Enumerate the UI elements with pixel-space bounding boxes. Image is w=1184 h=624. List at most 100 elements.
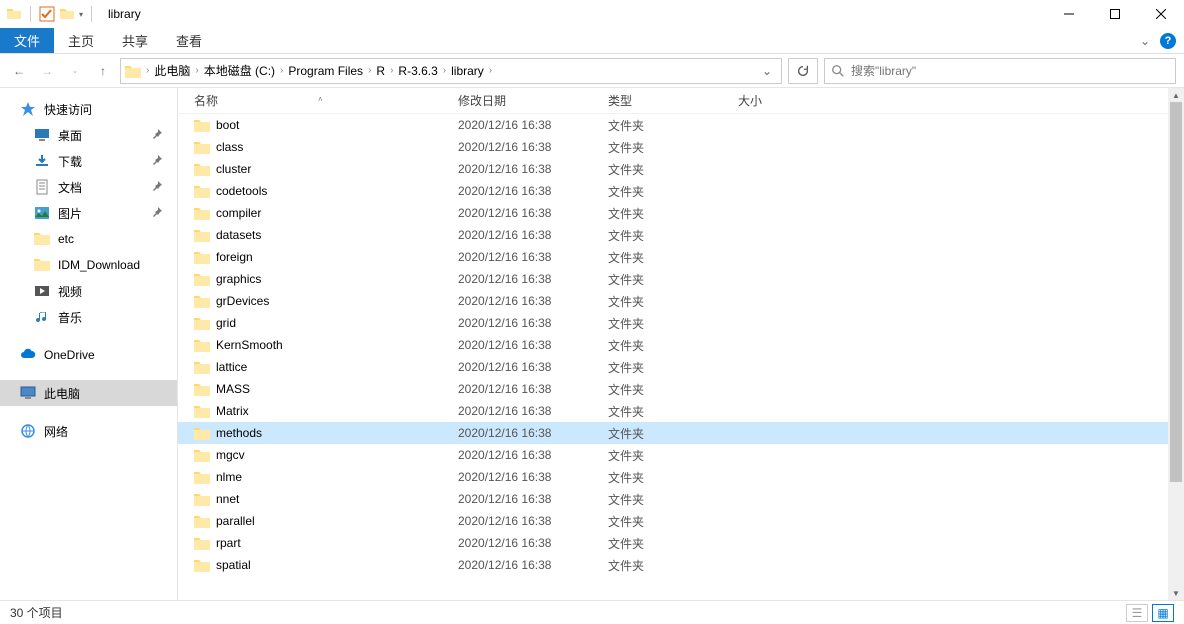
file-row[interactable]: foreign2020/12/16 16:38文件夹 [178, 246, 1168, 268]
sidebar-item[interactable]: IDM_Download [0, 252, 177, 278]
nav-back-button[interactable]: ← [8, 60, 30, 82]
file-row[interactable]: grid2020/12/16 16:38文件夹 [178, 312, 1168, 334]
folder-icon [125, 63, 141, 79]
ribbon-tabs: 文件 主页 共享 查看 ⌄ ? [0, 28, 1184, 54]
folder-icon [194, 228, 210, 242]
sidebar-item[interactable]: 图片 [0, 200, 177, 226]
address-bar[interactable]: › 此电脑›本地磁盘 (C:)›Program Files›R›R-3.6.3›… [120, 58, 782, 84]
sidebar-onedrive[interactable]: OneDrive [0, 342, 177, 368]
folder-icon [194, 118, 210, 132]
folder-icon [194, 272, 210, 286]
ribbon-collapse-icon[interactable]: ⌄ [1140, 34, 1150, 48]
tab-file[interactable]: 文件 [0, 28, 54, 53]
chevron-right-icon[interactable]: › [488, 65, 493, 76]
column-header-type[interactable]: 类型 [608, 92, 738, 109]
sidebar-this-pc[interactable]: 此电脑 [0, 380, 177, 406]
folder-icon[interactable] [59, 6, 75, 22]
sidebar-network[interactable]: 网络 [0, 418, 177, 444]
maximize-button[interactable] [1092, 0, 1138, 28]
refresh-button[interactable] [788, 58, 818, 84]
file-row[interactable]: datasets2020/12/16 16:38文件夹 [178, 224, 1168, 246]
search-input[interactable] [851, 64, 1169, 78]
scroll-down-icon[interactable]: ▼ [1168, 586, 1184, 600]
scroll-up-icon[interactable]: ▲ [1168, 88, 1184, 102]
file-date: 2020/12/16 16:38 [458, 338, 608, 352]
file-row[interactable]: codetools2020/12/16 16:38文件夹 [178, 180, 1168, 202]
sidebar-item[interactable]: 下载 [0, 148, 177, 174]
view-details-button[interactable]: ☰ [1126, 604, 1148, 622]
column-header-name[interactable]: 名称 ˄ [188, 92, 458, 109]
file-row[interactable]: mgcv2020/12/16 16:38文件夹 [178, 444, 1168, 466]
file-row[interactable]: graphics2020/12/16 16:38文件夹 [178, 268, 1168, 290]
file-date: 2020/12/16 16:38 [458, 448, 608, 462]
file-type: 文件夹 [608, 293, 738, 310]
breadcrumb-segment[interactable]: R [372, 62, 389, 80]
file-date: 2020/12/16 16:38 [458, 558, 608, 572]
file-date: 2020/12/16 16:38 [458, 492, 608, 506]
view-icons-button[interactable]: ▦ [1152, 604, 1174, 622]
file-row[interactable]: boot2020/12/16 16:38文件夹 [178, 114, 1168, 136]
sidebar-item[interactable]: etc [0, 226, 177, 252]
folder-icon [194, 316, 210, 330]
file-type: 文件夹 [608, 205, 738, 222]
nav-up-button[interactable]: ↑ [92, 60, 114, 82]
file-type: 文件夹 [608, 491, 738, 508]
file-row[interactable]: nnet2020/12/16 16:38文件夹 [178, 488, 1168, 510]
qat-dropdown-icon[interactable]: ▾ [79, 10, 83, 19]
qat-checkbox-icon[interactable] [39, 6, 55, 22]
file-name: grid [216, 316, 236, 330]
nav-recent-dropdown[interactable]: ⌄ [64, 60, 86, 82]
address-dropdown-icon[interactable]: ⌄ [757, 64, 777, 78]
breadcrumb-segment[interactable]: library [447, 62, 488, 80]
folder-icon [194, 426, 210, 440]
sidebar-item-icon [34, 205, 50, 221]
sidebar-item-label: 桌面 [58, 127, 82, 144]
file-row[interactable]: rpart2020/12/16 16:38文件夹 [178, 532, 1168, 554]
file-row[interactable]: compiler2020/12/16 16:38文件夹 [178, 202, 1168, 224]
file-date: 2020/12/16 16:38 [458, 184, 608, 198]
file-date: 2020/12/16 16:38 [458, 536, 608, 550]
file-type: 文件夹 [608, 315, 738, 332]
minimize-button[interactable] [1046, 0, 1092, 28]
file-row[interactable]: nlme2020/12/16 16:38文件夹 [178, 466, 1168, 488]
file-row[interactable]: KernSmooth2020/12/16 16:38文件夹 [178, 334, 1168, 356]
file-date: 2020/12/16 16:38 [458, 294, 608, 308]
sidebar-item[interactable]: 桌面 [0, 122, 177, 148]
search-box[interactable] [824, 58, 1176, 84]
folder-icon [194, 338, 210, 352]
file-row[interactable]: methods2020/12/16 16:38文件夹 [178, 422, 1168, 444]
vertical-scrollbar[interactable]: ▲ ▼ [1168, 88, 1184, 600]
tab-view[interactable]: 查看 [162, 28, 216, 53]
file-row[interactable]: grDevices2020/12/16 16:38文件夹 [178, 290, 1168, 312]
file-row[interactable]: MASS2020/12/16 16:38文件夹 [178, 378, 1168, 400]
nav-forward-button[interactable]: → [36, 60, 58, 82]
file-row[interactable]: class2020/12/16 16:38文件夹 [178, 136, 1168, 158]
breadcrumb-segment[interactable]: Program Files [284, 62, 367, 80]
folder-icon [194, 470, 210, 484]
file-date: 2020/12/16 16:38 [458, 360, 608, 374]
sidebar-item[interactable]: 文档 [0, 174, 177, 200]
body-area: 快速访问 桌面下载文档图片etcIDM_Download视频音乐 OneDriv… [0, 88, 1184, 600]
file-row[interactable]: spatial2020/12/16 16:38文件夹 [178, 554, 1168, 576]
folder-icon [194, 162, 210, 176]
pc-icon [20, 385, 36, 401]
file-row[interactable]: Matrix2020/12/16 16:38文件夹 [178, 400, 1168, 422]
tab-home[interactable]: 主页 [54, 28, 108, 53]
sidebar-quick-access[interactable]: 快速访问 [0, 96, 177, 122]
breadcrumb-segment[interactable]: R-3.6.3 [394, 62, 441, 80]
breadcrumb-segment[interactable]: 本地磁盘 (C:) [200, 60, 279, 81]
sidebar-item[interactable]: 视频 [0, 278, 177, 304]
file-date: 2020/12/16 16:38 [458, 140, 608, 154]
column-header-size[interactable]: 大小 [738, 92, 798, 109]
close-button[interactable] [1138, 0, 1184, 28]
column-header-date[interactable]: 修改日期 [458, 92, 608, 109]
file-row[interactable]: parallel2020/12/16 16:38文件夹 [178, 510, 1168, 532]
tab-share[interactable]: 共享 [108, 28, 162, 53]
sidebar-item[interactable]: 音乐 [0, 304, 177, 330]
statusbar: 30 个项目 ☰ ▦ [0, 600, 1184, 624]
file-row[interactable]: lattice2020/12/16 16:38文件夹 [178, 356, 1168, 378]
scrollbar-thumb[interactable] [1170, 102, 1182, 482]
file-row[interactable]: cluster2020/12/16 16:38文件夹 [178, 158, 1168, 180]
help-button[interactable]: ? [1160, 33, 1176, 49]
breadcrumb-segment[interactable]: 此电脑 [150, 60, 194, 81]
